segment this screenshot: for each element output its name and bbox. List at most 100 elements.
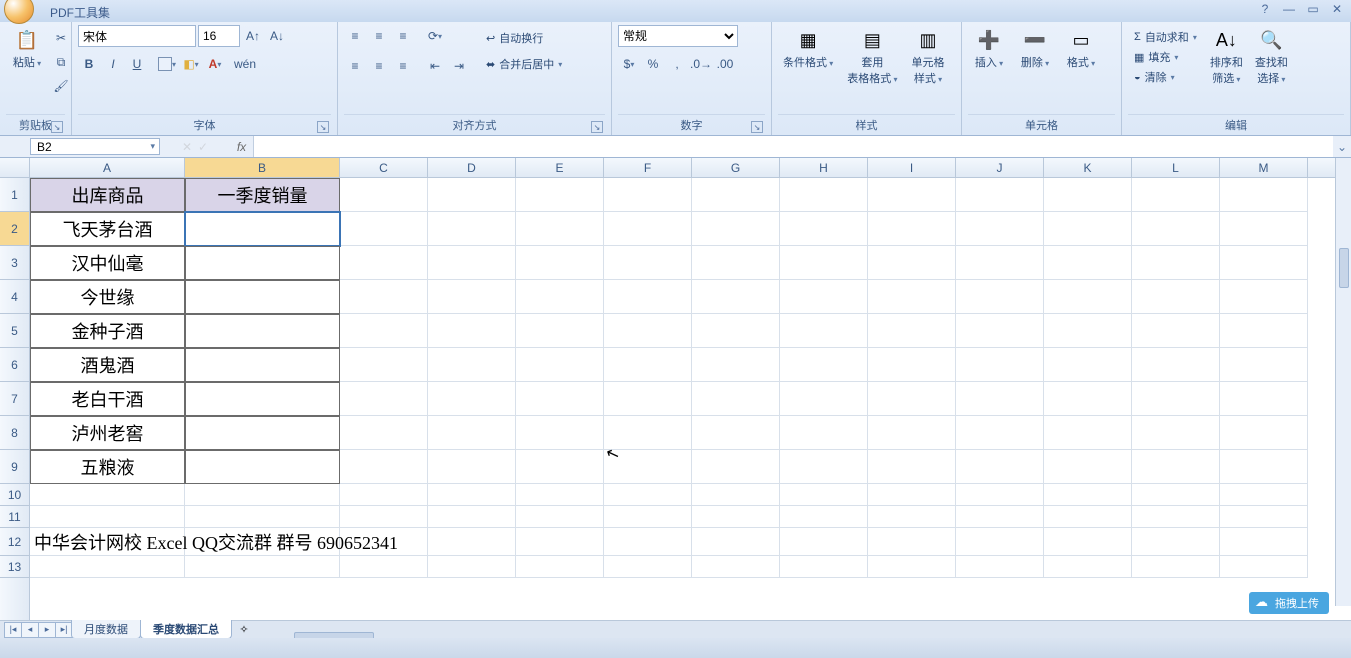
cell-C7[interactable] bbox=[340, 382, 428, 416]
decrease-decimal-button[interactable]: .00 bbox=[714, 53, 736, 75]
cell-H9[interactable] bbox=[780, 450, 868, 484]
upload-widget[interactable]: 拖拽上传 bbox=[1249, 592, 1329, 614]
col-header-F[interactable]: F bbox=[604, 158, 692, 177]
cell-J12[interactable] bbox=[956, 528, 1044, 556]
cell-E4[interactable] bbox=[516, 280, 604, 314]
sheet-tab-0[interactable]: 月度数据 bbox=[71, 620, 141, 639]
align-center-button[interactable]: ≡ bbox=[368, 55, 390, 77]
formula-input[interactable] bbox=[254, 136, 1333, 157]
cell-D2[interactable] bbox=[428, 212, 516, 246]
cell-F11[interactable] bbox=[604, 506, 692, 528]
col-header-M[interactable]: M bbox=[1220, 158, 1308, 177]
cell-H5[interactable] bbox=[780, 314, 868, 348]
clear-button[interactable]: ◒清除 bbox=[1132, 68, 1199, 86]
cell-J11[interactable] bbox=[956, 506, 1044, 528]
cell-D10[interactable] bbox=[428, 484, 516, 506]
cell-C5[interactable] bbox=[340, 314, 428, 348]
cell-B2[interactable] bbox=[185, 212, 340, 246]
row-header-8[interactable]: 8 bbox=[0, 416, 29, 450]
cell-E6[interactable] bbox=[516, 348, 604, 382]
minimize-icon[interactable]: — bbox=[1281, 2, 1297, 16]
conditional-format-button[interactable]: ▦条件格式 bbox=[778, 25, 838, 89]
sheet-nav-first[interactable]: |◂ bbox=[4, 622, 22, 638]
row-header-12[interactable]: 12 bbox=[0, 528, 29, 556]
increase-decimal-button[interactable]: .0→ bbox=[690, 53, 712, 75]
cell-B13[interactable] bbox=[185, 556, 340, 578]
cell-K4[interactable] bbox=[1044, 280, 1132, 314]
cell-I4[interactable] bbox=[868, 280, 956, 314]
cell-B8[interactable] bbox=[185, 416, 340, 450]
cell-K11[interactable] bbox=[1044, 506, 1132, 528]
cell-L1[interactable] bbox=[1132, 178, 1220, 212]
cell-G2[interactable] bbox=[692, 212, 780, 246]
cell-L4[interactable] bbox=[1132, 280, 1220, 314]
cell-M13[interactable] bbox=[1220, 556, 1308, 578]
cell-G8[interactable] bbox=[692, 416, 780, 450]
cell-E9[interactable] bbox=[516, 450, 604, 484]
cell-I12[interactable] bbox=[868, 528, 956, 556]
underline-button[interactable]: U bbox=[126, 53, 148, 75]
cell-B4[interactable] bbox=[185, 280, 340, 314]
number-launcher[interactable]: ↘ bbox=[751, 121, 763, 133]
cell-H2[interactable] bbox=[780, 212, 868, 246]
cell-A1[interactable]: 出库商品 bbox=[30, 178, 185, 212]
cell-L13[interactable] bbox=[1132, 556, 1220, 578]
align-left-button[interactable]: ≡ bbox=[344, 55, 366, 77]
cell-M7[interactable] bbox=[1220, 382, 1308, 416]
cell-C13[interactable] bbox=[340, 556, 428, 578]
row-header-5[interactable]: 5 bbox=[0, 314, 29, 348]
row-header-4[interactable]: 4 bbox=[0, 280, 29, 314]
cell-J9[interactable] bbox=[956, 450, 1044, 484]
cell-J7[interactable] bbox=[956, 382, 1044, 416]
cell-E1[interactable] bbox=[516, 178, 604, 212]
cell-J4[interactable] bbox=[956, 280, 1044, 314]
col-header-C[interactable]: C bbox=[340, 158, 428, 177]
cell-I11[interactable] bbox=[868, 506, 956, 528]
col-header-B[interactable]: B bbox=[185, 158, 340, 177]
cell-I8[interactable] bbox=[868, 416, 956, 450]
cell-H1[interactable] bbox=[780, 178, 868, 212]
cell-A13[interactable] bbox=[30, 556, 185, 578]
accounting-format-button[interactable]: $ bbox=[618, 53, 640, 75]
cell-E13[interactable] bbox=[516, 556, 604, 578]
align-launcher[interactable]: ↘ bbox=[591, 121, 603, 133]
cell-C4[interactable] bbox=[340, 280, 428, 314]
cell-A4[interactable]: 今世缘 bbox=[30, 280, 185, 314]
row-header-7[interactable]: 7 bbox=[0, 382, 29, 416]
cell-D3[interactable] bbox=[428, 246, 516, 280]
align-right-button[interactable]: ≡ bbox=[392, 55, 414, 77]
col-header-I[interactable]: I bbox=[868, 158, 956, 177]
cell-A11[interactable] bbox=[30, 506, 185, 528]
cell-J3[interactable] bbox=[956, 246, 1044, 280]
bold-button[interactable]: B bbox=[78, 53, 100, 75]
col-header-A[interactable]: A bbox=[30, 158, 185, 177]
cell-B1[interactable]: 一季度销量 bbox=[185, 178, 340, 212]
insert-cells-button[interactable]: ➕插入 bbox=[968, 25, 1010, 73]
row-header-1[interactable]: 1 bbox=[0, 178, 29, 212]
cell-I2[interactable] bbox=[868, 212, 956, 246]
merge-center-button[interactable]: ⬌合并后居中 bbox=[484, 55, 564, 73]
cell-K10[interactable] bbox=[1044, 484, 1132, 506]
cell-M9[interactable] bbox=[1220, 450, 1308, 484]
sheet-tab-1[interactable]: 季度数据汇总 bbox=[140, 620, 232, 639]
fx-icon[interactable]: fx bbox=[230, 136, 254, 157]
number-format-select[interactable]: 常规 bbox=[618, 25, 738, 47]
name-box[interactable]: B2 bbox=[30, 138, 160, 155]
row-header-2[interactable]: 2 bbox=[0, 212, 29, 246]
cut-button[interactable]: ✂ bbox=[50, 27, 72, 49]
cell-I13[interactable] bbox=[868, 556, 956, 578]
cell-M11[interactable] bbox=[1220, 506, 1308, 528]
cell-B7[interactable] bbox=[185, 382, 340, 416]
cell-C1[interactable] bbox=[340, 178, 428, 212]
cell-K5[interactable] bbox=[1044, 314, 1132, 348]
cell-L6[interactable] bbox=[1132, 348, 1220, 382]
cell-J2[interactable] bbox=[956, 212, 1044, 246]
align-middle-button[interactable]: ≡ bbox=[368, 25, 390, 47]
cell-A2[interactable]: 飞天茅台酒 bbox=[30, 212, 185, 246]
ribbon-tab-9[interactable]: PDF工具集 bbox=[38, 2, 122, 22]
cell-F7[interactable] bbox=[604, 382, 692, 416]
cell-A3[interactable]: 汉中仙毫 bbox=[30, 246, 185, 280]
align-bottom-button[interactable]: ≡ bbox=[392, 25, 414, 47]
phonetic-button[interactable]: wén bbox=[234, 53, 256, 75]
new-sheet-button[interactable]: ✧ bbox=[234, 623, 254, 636]
